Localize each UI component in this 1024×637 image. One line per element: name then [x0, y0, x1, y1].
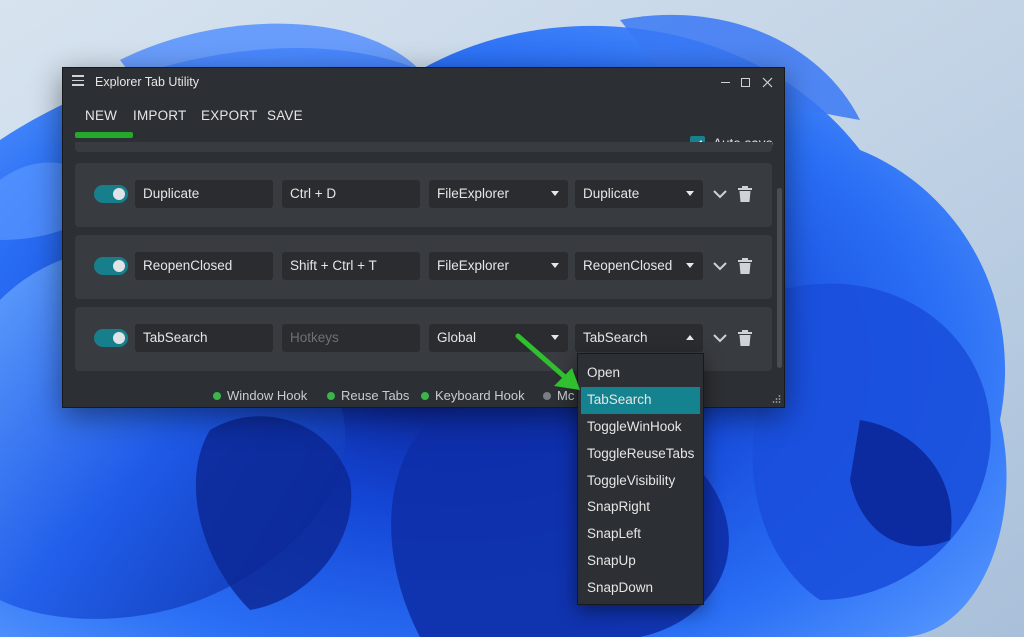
caret-down-icon: [551, 191, 559, 196]
title-bar: Explorer Tab Utility: [63, 68, 784, 96]
scope-select[interactable]: FileExplorer: [429, 180, 568, 208]
scrollbar-thumb[interactable]: [777, 188, 782, 368]
enable-toggle[interactable]: [94, 185, 128, 203]
status-window-hook: Window Hook: [213, 388, 307, 403]
dropdown-option-open[interactable]: Open: [578, 360, 703, 387]
scope-select[interactable]: FileExplorer: [429, 252, 568, 280]
maximize-icon[interactable]: [735, 72, 755, 92]
hotkey-name-field[interactable]: ReopenClosed: [135, 252, 273, 280]
hotkeys-field[interactable]: Hotkeys: [282, 324, 420, 352]
status-keyboard-hook: Keyboard Hook: [421, 388, 525, 403]
list-item: ReopenClosed Shift + Ctrl + T FileExplor…: [75, 235, 772, 299]
dropdown-option-snapup[interactable]: SnapUp: [578, 548, 703, 575]
annotation-arrow: [515, 333, 580, 390]
menu-bar: NEW IMPORT EXPORT SAVE Auto save: [63, 96, 784, 151]
caret-down-icon: [686, 191, 694, 196]
trash-icon[interactable]: [737, 185, 753, 203]
dropdown-option-togglewinhook[interactable]: ToggleWinHook: [578, 414, 703, 441]
dropdown-option-snapdown[interactable]: SnapDown: [578, 575, 703, 602]
trash-icon[interactable]: [737, 257, 753, 275]
list-item: [75, 142, 772, 152]
caret-down-icon: [686, 263, 694, 268]
hotkey-name-field[interactable]: TabSearch: [135, 324, 273, 352]
active-menu-indicator: [75, 132, 133, 138]
caret-up-icon: [686, 335, 694, 340]
window-title: Explorer Tab Utility: [95, 75, 199, 89]
status-reuse-tabs: Reuse Tabs: [327, 388, 409, 403]
scope-value: FileExplorer: [437, 186, 510, 201]
action-select[interactable]: ReopenClosed: [575, 252, 703, 280]
status-dot-icon: [327, 391, 335, 400]
status-dot-icon: [213, 391, 221, 400]
dropdown-option-snapleft[interactable]: SnapLeft: [578, 521, 703, 548]
dropdown-option-togglevisibility[interactable]: ToggleVisibility: [578, 468, 703, 495]
action-value: TabSearch: [583, 330, 648, 345]
enable-toggle[interactable]: [94, 257, 128, 275]
export-button[interactable]: EXPORT: [201, 108, 257, 123]
caret-down-icon: [551, 263, 559, 268]
save-button[interactable]: SAVE: [267, 108, 303, 123]
scrollbar[interactable]: [776, 142, 782, 382]
hotkey-list: Duplicate Ctrl + D FileExplorer Duplicat…: [75, 142, 772, 382]
action-value: ReopenClosed: [583, 258, 673, 273]
action-dropdown-menu: Open TabSearch ToggleWinHook ToggleReuse…: [577, 353, 704, 605]
dropdown-option-snapright[interactable]: SnapRight: [578, 494, 703, 521]
list-item: Duplicate Ctrl + D FileExplorer Duplicat…: [75, 163, 772, 227]
action-select[interactable]: TabSearch: [575, 324, 703, 352]
scope-value: Global: [437, 330, 477, 345]
close-icon[interactable]: [757, 72, 777, 92]
chevron-down-icon[interactable]: [711, 329, 729, 347]
hamburger-icon[interactable]: [72, 75, 84, 87]
hotkey-name-field[interactable]: Duplicate: [135, 180, 273, 208]
dropdown-option-togglereusetabs[interactable]: ToggleReuseTabs: [578, 441, 703, 468]
chevron-down-icon[interactable]: [711, 185, 729, 203]
trash-icon[interactable]: [737, 329, 753, 347]
hotkeys-field[interactable]: Shift + Ctrl + T: [282, 252, 420, 280]
status-dot-icon: [421, 391, 429, 400]
status-label: Reuse Tabs: [341, 388, 410, 403]
chevron-down-icon[interactable]: [711, 257, 729, 275]
enable-toggle[interactable]: [94, 329, 128, 347]
action-select[interactable]: Duplicate: [575, 180, 703, 208]
scope-value: FileExplorer: [437, 258, 510, 273]
hotkeys-field[interactable]: Ctrl + D: [282, 180, 420, 208]
action-value: Duplicate: [583, 186, 640, 201]
import-button[interactable]: IMPORT: [133, 108, 186, 123]
new-button[interactable]: NEW: [85, 108, 117, 123]
minimize-icon[interactable]: [715, 72, 735, 92]
dropdown-option-tabsearch[interactable]: TabSearch: [581, 386, 700, 414]
status-label: Window Hook: [227, 388, 308, 403]
resize-grip-icon[interactable]: [771, 394, 781, 404]
